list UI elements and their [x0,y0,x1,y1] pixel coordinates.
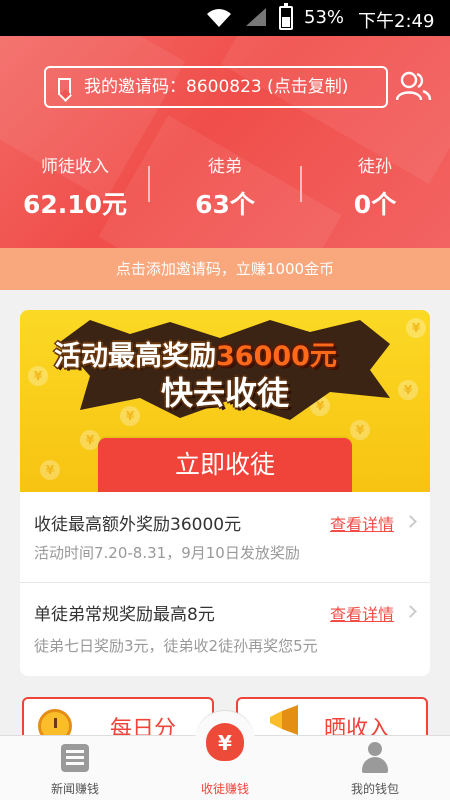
reward-title: 单徒弟常规奖励最高8元 [34,605,215,625]
tab-label: 收徒赚钱 [200,782,249,796]
users-icon[interactable] [396,70,432,102]
reward-title: 收徒最高额外奖励36000元 [34,515,242,535]
banner-subheadline: 快去收徒 [160,374,289,412]
recruit-banner: ¥ ¥ ¥ ¥ ¥ ¥ ¥ ¥ 活动最高奖励36000元 快去收徒 立即收徒 [20,310,430,492]
megaphone-icon [270,705,298,735]
signal-icon [246,8,266,26]
add-invite-code-bar[interactable]: 点击添加邀请码，立赚1000金币 [0,248,450,290]
reward-subtitle: 徒弟七日奖励3元，徒弟收2徒孙再奖您5元 [34,637,318,655]
tab-label: 新闻赚钱 [50,782,99,796]
tab-news-earn[interactable]: 新闻赚钱 [0,736,150,800]
reward-row-regular[interactable]: 单徒弟常规奖励最高8元 查看详情 徒弟七日奖励3元，徒弟收2徒孙再奖您5元 [20,583,430,676]
status-bar: 53% 下午2:49 [0,0,450,36]
recruit-card: ¥ ¥ ¥ ¥ ¥ ¥ ¥ ¥ 活动最高奖励36000元 快去收徒 立即收徒 收… [20,310,430,676]
money-bag-icon: ¥ [206,723,244,761]
view-details-link[interactable]: 查看详情 [330,511,394,535]
header: 我的邀请码：8600823 (点击复制) 师徒收入 62.10元 徒弟 63个 … [0,36,450,248]
stat-label: 师徒收入 [41,157,109,177]
stat-value: 63个 [195,190,255,219]
clock-time: 下午2:49 [358,11,435,32]
tab-label: 我的钱包 [350,782,399,796]
battery-icon [279,3,293,30]
tab-my-wallet[interactable]: 我的钱包 [300,736,450,800]
user-icon [362,742,388,774]
chevron-right-icon [404,605,417,618]
stat-apprentices: 徒弟 63个 [150,152,300,221]
invite-code-text: 我的邀请码：8600823 (点击复制) [84,77,349,97]
stat-grand-apprentices: 徒孙 0个 [300,152,450,221]
wifi-icon [207,9,231,28]
view-details-link[interactable]: 查看详情 [330,601,394,625]
bookmark-icon [58,78,71,95]
recruit-now-button[interactable]: 立即收徒 [98,438,352,492]
chevron-right-icon [404,515,417,528]
battery-percent: 53% [304,7,345,28]
stat-label: 徒孙 [358,157,392,177]
stat-income: 师徒收入 62.10元 [0,152,150,221]
reward-row-extra[interactable]: 收徒最高额外奖励36000元 查看详情 活动时间7.20-8.31，9月10日发… [20,492,430,582]
money-bag-tab-button[interactable]: ¥ [195,710,255,770]
news-icon [61,744,89,772]
stat-value: 0个 [353,190,397,219]
stat-value: 62.10元 [22,190,128,219]
invite-code-button[interactable]: 我的邀请码：8600823 (点击复制) [44,66,388,108]
stat-label: 徒弟 [208,157,242,177]
reward-subtitle: 活动时间7.20-8.31，9月10日发放奖励 [34,544,300,562]
